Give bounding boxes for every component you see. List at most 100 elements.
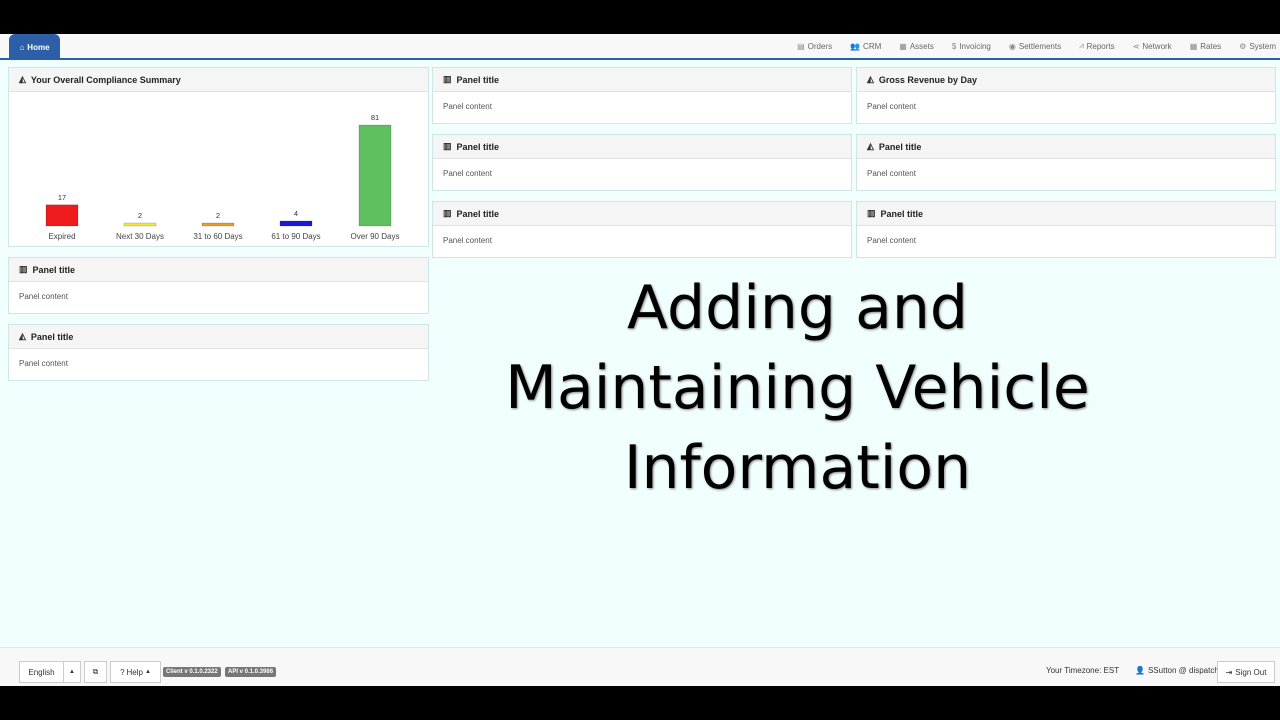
home-tab-label: Home	[27, 42, 50, 52]
nav-item-label: System	[1249, 41, 1276, 51]
nav-item-rates[interactable]: ▦ Rates	[1190, 42, 1221, 51]
nav-item-reports[interactable]: ⩘ Reports	[1079, 41, 1115, 51]
panel-header: ◭ Panel title	[857, 135, 1275, 159]
nav-item-crm[interactable]: 👥 CRM	[850, 42, 881, 51]
truck-icon: ▦	[899, 41, 907, 51]
bar-chart-icon: ▥	[19, 264, 28, 274]
panel-title: Panel title	[456, 141, 500, 152]
area-chart-icon: ◭	[867, 141, 874, 151]
video-title-overlay: Adding and Maintaining Vehicle Informati…	[505, 273, 1090, 503]
dollar-icon: $	[951, 41, 957, 51]
bar-value-label: 81	[371, 113, 379, 122]
line-chart-icon: ⩘	[1079, 41, 1084, 50]
panel-header: ▥ Panel title	[433, 135, 851, 159]
category-label: 61 to 90 Days	[271, 232, 320, 241]
nav-item-label: Rates	[1200, 41, 1222, 51]
nav-item-label: Settlements	[1018, 41, 1062, 51]
nav-item-invoicing[interactable]: $ Invoicing	[952, 42, 991, 51]
nav-item-orders[interactable]: ▤ Orders	[797, 42, 832, 51]
category-label: Next 30 Days	[116, 232, 164, 241]
panel-title: Panel title	[880, 208, 924, 219]
bar-chart-icon: ▥	[443, 208, 452, 218]
nav-item-label: Network	[1142, 41, 1172, 51]
language-dropdown-toggle[interactable]: ▲	[63, 661, 81, 683]
panel-left-2: ▥ Panel title Panel content	[8, 257, 429, 314]
share-icon: ⋖	[1132, 41, 1140, 51]
category-label: Expired	[48, 232, 75, 241]
panel-content: Panel content	[19, 359, 68, 368]
panel-header: ▥ Panel title	[9, 258, 428, 282]
question-circle-icon: ?	[120, 667, 125, 677]
home-tab[interactable]: ⌂ Home	[9, 34, 60, 60]
external-link-button[interactable]: ⧉	[84, 661, 107, 683]
panel-title: Your Overall Compliance Summary	[30, 74, 181, 85]
eye-icon: ◉	[1008, 41, 1016, 51]
panel-title: Panel title	[456, 74, 500, 85]
bar-chart-icon: ▥	[867, 208, 876, 218]
main-nav: ▤ Orders 👥 CRM ▦ Assets $ Invoicing ◉ Settlements…	[779, 34, 1276, 58]
bar-chart-icon: ▥	[443, 74, 452, 84]
panel-content: Panel content	[867, 169, 916, 178]
nav-item-label: CRM	[863, 41, 882, 51]
nav-item-system[interactable]: ⚙ System	[1239, 42, 1276, 51]
nav-item-settlements[interactable]: ◉ Settlements	[1009, 42, 1061, 51]
panel-header: ◭ Gross Revenue by Day	[857, 68, 1275, 92]
area-chart-icon: ◭	[19, 331, 26, 341]
panel-header: ▥ Panel title	[433, 202, 851, 226]
panel-title: Panel title	[456, 208, 500, 219]
panel-content: Panel content	[443, 102, 492, 111]
user-label: SSutton @ dispatch	[1147, 666, 1219, 675]
timezone-label: Your Timezone: EST	[1046, 666, 1120, 675]
caret-up-icon: ▲	[69, 669, 75, 675]
language-select[interactable]: English	[19, 661, 64, 683]
gear-icon: ⚙	[1239, 41, 1247, 51]
panel-middle-3: ▥ Panel title Panel content	[432, 201, 852, 258]
help-label: Help	[126, 667, 143, 677]
panel-header: ▥ Panel title	[857, 202, 1275, 226]
panel-content: Panel content	[443, 236, 492, 245]
bar-chart-icon: ▥	[443, 141, 452, 151]
panel-title: Panel title	[32, 264, 76, 275]
nav-item-label: Invoicing	[959, 41, 991, 51]
nav-item-network[interactable]: ⋖ Network	[1133, 42, 1172, 51]
compliance-bar-chart: 17 Expired 2 Next 30 Days 2 31 to 60 Days 4 61 …	[45, 113, 400, 241]
bar-31-to-60-days	[201, 222, 235, 227]
sign-out-button[interactable]: ⇥ Sign Out	[1217, 661, 1275, 683]
compliance-summary-panel: ◭ Your Overall Compliance Summary 17 Expi…	[8, 67, 429, 247]
panel-content: Panel content	[867, 102, 916, 111]
sign-out-label: Sign Out	[1235, 667, 1267, 677]
nav-item-assets[interactable]: ▦ Assets	[899, 42, 934, 51]
panel-right-3: ▥ Panel title Panel content	[856, 201, 1276, 258]
panel-content: Panel content	[443, 169, 492, 178]
panel-title: Panel title	[30, 331, 74, 342]
sign-out-icon: ⇥	[1225, 667, 1233, 677]
panel-middle-1: ▥ Panel title Panel content	[432, 67, 852, 124]
bar-next-30-days	[123, 222, 157, 227]
bar-value-label: 2	[216, 211, 220, 220]
document-icon: ▤	[797, 41, 805, 51]
panel-title: Panel title	[878, 141, 922, 152]
help-button[interactable]: ? Help ▲	[110, 661, 161, 683]
client-version-badge: Client v 0.1.0.2322	[163, 667, 221, 677]
nav-item-label: Orders	[807, 41, 833, 51]
external-link-icon: ⧉	[92, 667, 99, 676]
panel-header: ◭ Panel title	[9, 325, 428, 349]
home-icon: ⌂	[19, 42, 25, 52]
area-chart-icon: ◭	[867, 74, 874, 84]
area-chart-icon: ◭	[19, 74, 26, 84]
nav-item-label: Reports	[1086, 41, 1115, 51]
table-icon: ▦	[1189, 41, 1198, 51]
nav-item-label: Assets	[909, 41, 934, 51]
panel-header: ◭ Your Overall Compliance Summary	[9, 68, 428, 92]
category-label: Over 90 Days	[351, 232, 400, 241]
bar-over-90-days	[358, 124, 392, 227]
bar-value-label: 4	[294, 209, 298, 218]
users-icon: 👥	[850, 41, 861, 51]
caret-up-icon: ▲	[144, 669, 151, 675]
user-info: 👤 SSutton @ dispatch	[1135, 666, 1219, 675]
gross-revenue-panel: ◭ Gross Revenue by Day Panel content	[856, 67, 1276, 124]
footer-bar: English ▲ ⧉ ? Help ▲ Client v 0.1.0.2322…	[0, 647, 1280, 686]
panel-title: Gross Revenue by Day	[878, 74, 977, 85]
bar-value-label: 17	[58, 193, 66, 202]
panel-middle-2: ▥ Panel title Panel content	[432, 134, 852, 191]
